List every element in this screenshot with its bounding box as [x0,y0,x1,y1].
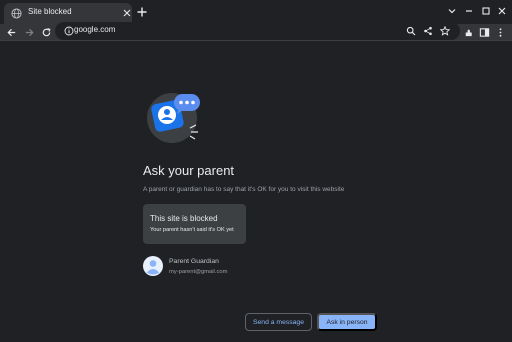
maximize-icon[interactable] [481,6,491,16]
parent-account: Parent Guardian my-parent@gmail.com [143,256,303,280]
share-icon[interactable] [423,26,433,36]
card-subtitle: Your parent hasn't said it's OK yet [150,227,234,233]
forward-arrow-icon[interactable] [24,27,35,38]
address-bar[interactable]: google.com [55,22,460,40]
side-panel-icon[interactable] [479,27,490,38]
back-arrow-icon[interactable] [6,27,17,38]
page-description: A parent or guardian has to say that it'… [143,186,345,193]
bookmark-star-icon[interactable] [440,26,450,36]
site-info-icon[interactable] [64,26,74,36]
extensions-icon[interactable] [463,27,474,38]
blocked-status-card: This site is blocked Your parent hasn't … [143,204,246,244]
more-menu-icon[interactable] [495,27,506,38]
url-text[interactable]: google.com [74,25,115,34]
window-close-icon[interactable] [497,6,507,16]
new-tab-icon[interactable] [136,6,148,18]
globe-icon [11,8,22,19]
search-zoom-icon[interactable] [406,26,416,36]
reload-icon[interactable] [41,27,52,38]
parent-name: Parent Guardian [169,258,219,265]
card-title: This site is blocked [150,214,218,223]
toolbar-divider [0,40,512,41]
ask-in-person-button[interactable]: Ask in person [317,313,377,331]
close-icon[interactable] [122,8,132,18]
page-title: Ask your parent [143,163,235,178]
chevron-down-icon[interactable] [447,6,457,16]
send-message-button[interactable]: Send a message [245,313,312,331]
tab-site-blocked[interactable]: Site blocked [4,3,132,24]
avatar [143,256,163,276]
tab-strip: Site blocked [0,0,512,24]
minimize-icon[interactable] [464,6,474,16]
parent-email: my-parent@gmail.com [169,269,228,275]
blocked-site-illustration [147,93,200,143]
tab-title: Site blocked [28,7,72,16]
